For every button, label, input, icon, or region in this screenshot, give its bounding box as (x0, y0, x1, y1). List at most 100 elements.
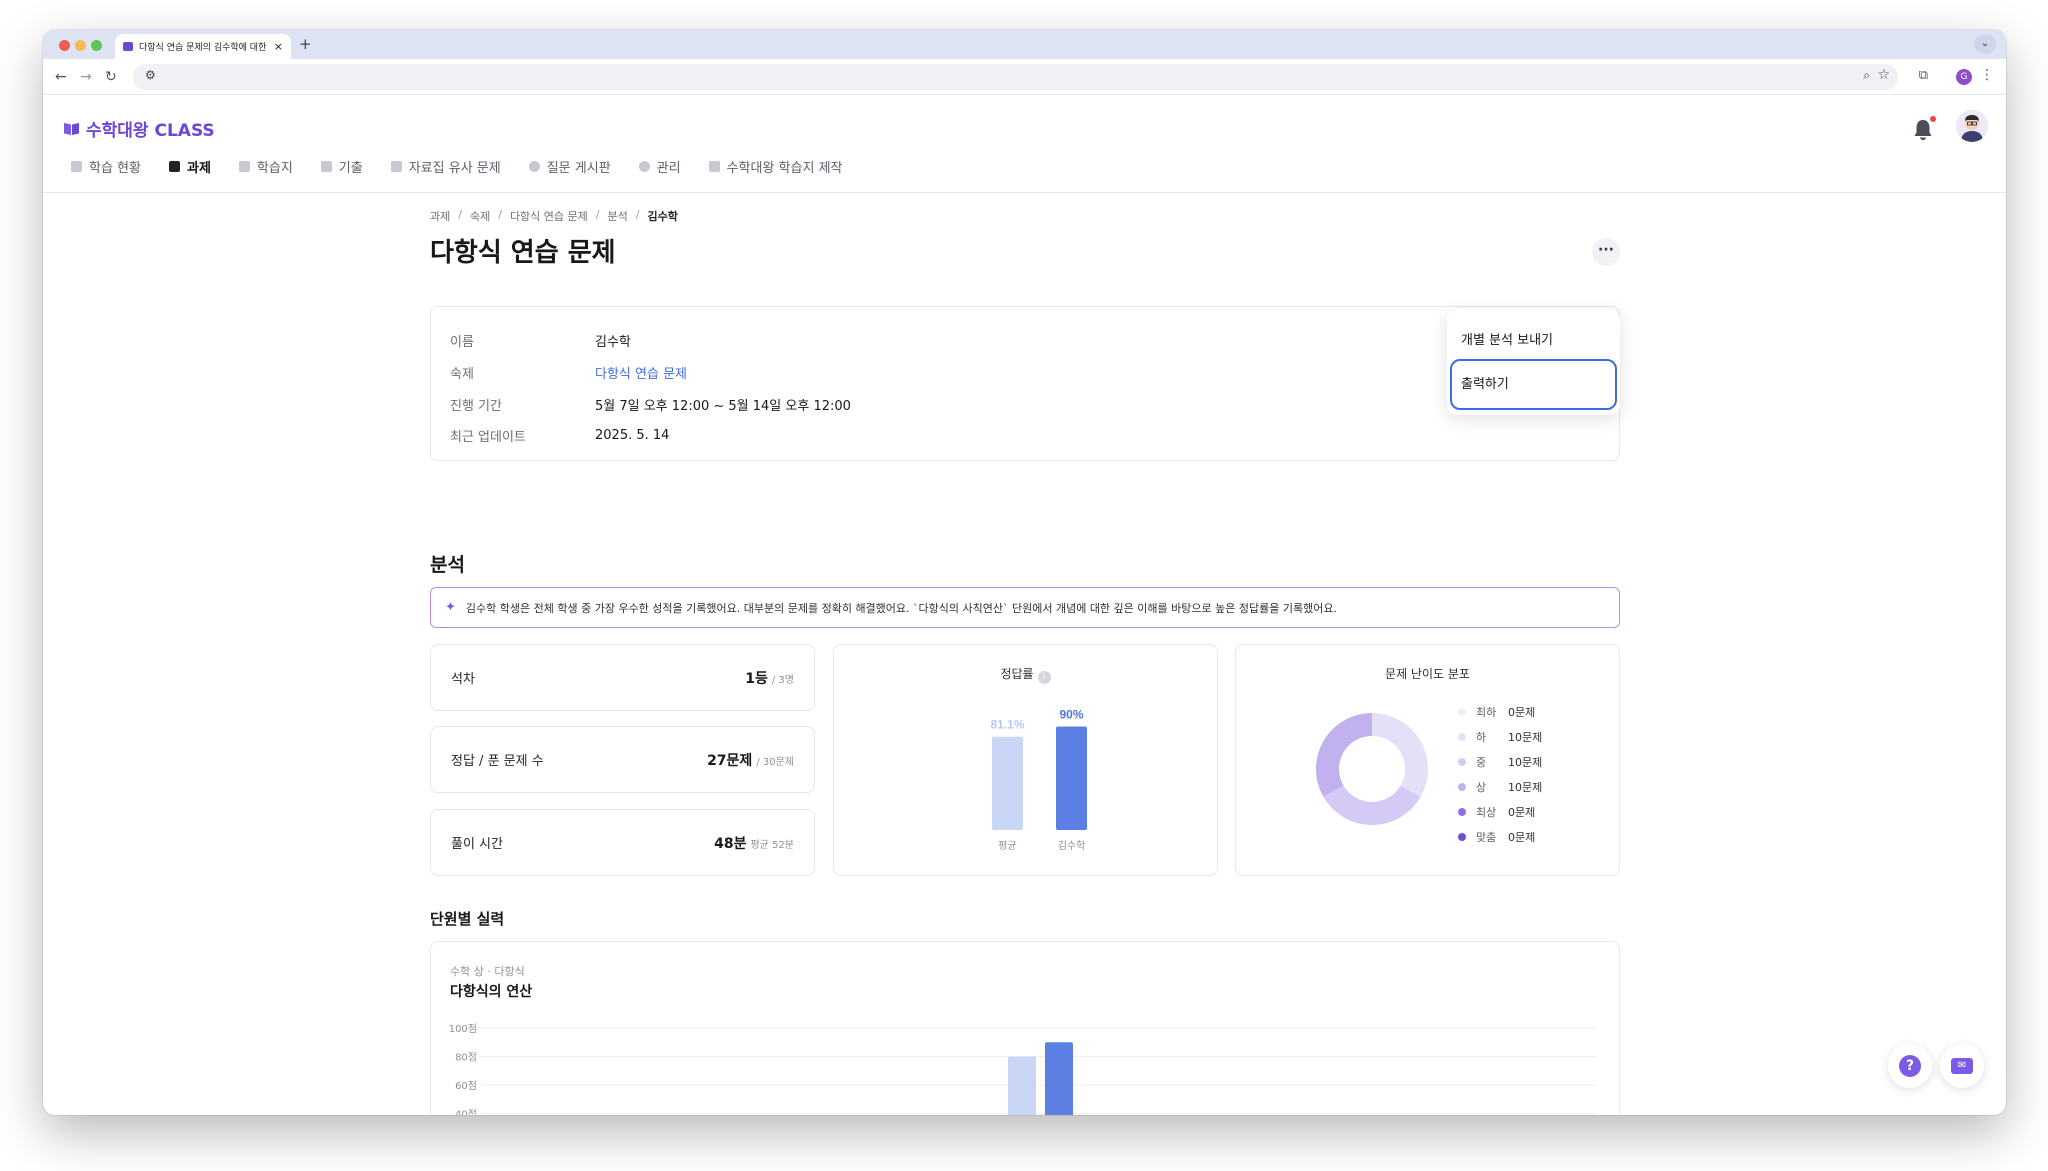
unit-score-bar[interactable] (1045, 1042, 1073, 1115)
info-row-name: 이름 김수학 (450, 325, 1600, 357)
legend-label: 상 (1476, 780, 1487, 794)
breadcrumb-item[interactable]: 분석 (608, 208, 628, 224)
site-settings-icon[interactable]: ⚙ (145, 68, 156, 82)
reload-icon[interactable]: ↻ (105, 67, 117, 87)
minimize-window-button[interactable] (75, 40, 86, 51)
tab-close-icon[interactable]: × (274, 40, 283, 53)
nav-item-similar-problems[interactable]: 자료집 유사 문제 (390, 157, 501, 176)
student-info-card: 이름 김수학 숙제 다항식 연습 문제 진행 기간 5월 7일 오후 12:00… (430, 306, 1620, 461)
info-value: 2025. 5. 14 (595, 428, 670, 444)
nav-item-worksheet-maker[interactable]: 수학대왕 학습지 제작 (708, 157, 843, 176)
nav-item-label: 과제 (186, 161, 211, 176)
legend-label: 최상 (1476, 805, 1497, 819)
breadcrumb-item[interactable]: 다항식 연습 문제 (510, 208, 588, 224)
extensions-puzzle-icon[interactable]: ⧉ (1919, 68, 1928, 83)
forward-arrow-icon[interactable]: → (80, 67, 92, 87)
document-icon (238, 161, 250, 172)
stat-label: 풀이 시간 (451, 837, 503, 852)
insight-text: 김수학 학생은 전체 학생 중 가장 우수한 성적을 기록했어요. 대부분의 문… (465, 601, 1337, 615)
user-avatar[interactable] (1956, 110, 1988, 142)
unit-score-bar[interactable] (1008, 1056, 1036, 1116)
accuracy-bar[interactable] (1056, 726, 1087, 831)
accuracy-bar[interactable] (992, 736, 1023, 830)
nav-item-learning-status[interactable]: 학습 현황 (71, 157, 141, 176)
y-tick-label: 40점 (455, 1109, 477, 1116)
nav-item-label: 수학대왕 학습지 제작 (726, 161, 843, 176)
info-label: 진행 기간 (450, 398, 502, 414)
app-header: 수학대왕 CLASS 학습 현황 과제 학습지 기출 자료집 유사 문제 질문 … (43, 96, 2006, 193)
logo-text: 수학대왕 CLASS (86, 121, 215, 141)
info-value: 김수학 (595, 335, 631, 351)
new-tab-button[interactable]: + (299, 35, 312, 53)
unit-score-bar-chart: 100점80점60점40점20점 (449, 1023, 1596, 1116)
browser-window: 다항식 연습 문제의 김수학에 대한 분석 × + ⌄ ← → ↻ ⚙ ⌕ ☆ … (43, 30, 2006, 1115)
message-button[interactable]: ✉ (1940, 1044, 1984, 1088)
menu-item-send-analysis[interactable]: 개별 분석 보내기 (1461, 329, 1553, 348)
folder-icon (390, 161, 402, 172)
legend-swatch (1458, 707, 1466, 716)
legend-label: 하 (1476, 730, 1487, 744)
solve-time-stat-card: 풀이 시간 48분 평균 52분 (430, 809, 815, 876)
homework-link[interactable]: 다항식 연습 문제 (595, 363, 687, 382)
book-logo-icon (64, 123, 79, 135)
legend-swatch (1458, 757, 1466, 766)
browser-tab-strip: 다항식 연습 문제의 김수학에 대한 분석 × + ⌄ (43, 30, 2006, 59)
more-options-button[interactable]: ··· (1592, 238, 1620, 266)
breadcrumb-item[interactable]: 숙제 (470, 208, 490, 224)
help-button[interactable]: ? (1888, 1044, 1932, 1088)
browser-tab[interactable]: 다항식 연습 문제의 김수학에 대한 분석 × (115, 34, 291, 59)
bookmark-star-icon[interactable]: ☆ (1877, 67, 1890, 83)
nav-item-label: 학습지 (256, 161, 293, 176)
difficulty-slice[interactable] (1316, 713, 1372, 797)
browser-menu-icon[interactable]: ⋮ (1980, 67, 1994, 83)
legend-item: 중 10문제 (1458, 749, 1542, 774)
legend-item: 맞춤 0문제 (1458, 824, 1542, 849)
more-options-menu: 개별 분석 보내기 출력하기 (1447, 309, 1620, 415)
nav-item-management[interactable]: 관리 (638, 157, 681, 176)
close-window-button[interactable] (59, 40, 70, 51)
tab-list-chevron-icon[interactable]: ⌄ (1974, 34, 1996, 54)
y-tick-label: 80점 (455, 1052, 477, 1064)
difficulty-slice[interactable] (1323, 785, 1421, 826)
stat-sub: / 3명 (771, 674, 794, 686)
legend-swatch (1458, 732, 1466, 741)
nav-item-label: 기출 (338, 161, 363, 176)
nav-item-worksheets[interactable]: 학습지 (238, 157, 293, 176)
nav-item-label: 자료집 유사 문제 (408, 161, 501, 176)
nav-item-assignments[interactable]: 과제 (168, 157, 211, 176)
breadcrumb-current: 김수학 (647, 210, 678, 223)
back-arrow-icon[interactable]: ← (55, 67, 67, 87)
page-title: 다항식 연습 문제 (430, 238, 616, 268)
zoom-icon[interactable]: ⌕ (1863, 68, 1870, 83)
breadcrumb: 과제 / 숙제 / 다항식 연습 문제 / 분석 / 김수학 (430, 208, 1620, 224)
book-favicon-icon (123, 42, 133, 51)
legend-item: 최상 0문제 (1458, 799, 1542, 824)
accuracy-data-label: 90% (1059, 708, 1083, 722)
legend-item: 하 10문제 (1458, 724, 1542, 749)
difficulty-slice[interactable] (1372, 713, 1428, 797)
nav-item-question-board[interactable]: 질문 게시판 (528, 157, 611, 176)
accuracy-bar-chart: 81.1% 평균 90% 김수학 (990, 708, 1087, 852)
graduation-cap-icon (71, 161, 82, 172)
notification-bell-icon[interactable] (1912, 116, 1936, 142)
maximize-window-button[interactable] (91, 40, 102, 51)
menu-item-print[interactable]: 출력하기 (1461, 373, 1509, 392)
breadcrumb-separator: / (595, 208, 600, 221)
correct-count-stat-card: 정답 / 푼 문제 수 27문제/ 30문제 (430, 726, 815, 793)
info-label: 숙제 (450, 367, 474, 383)
legend-swatch (1458, 832, 1466, 841)
address-bar[interactable]: ⚙ ⌕ ☆ (133, 64, 1898, 90)
difficulty-donut-chart (1316, 713, 1428, 826)
accuracy-chart-card: 정답률 i 81.1% 평균 90% 김수학 (833, 644, 1218, 876)
logo[interactable]: 수학대왕 CLASS (63, 116, 215, 141)
breadcrumb-item[interactable]: 과제 (430, 208, 450, 224)
stat-label: 정답 / 푼 문제 수 (451, 754, 544, 769)
accuracy-category-label: 평균 (998, 840, 1016, 852)
nav-item-label: 관리 (656, 161, 681, 176)
browser-toolbar: ← → ↻ ⚙ ⌕ ☆ ⧉ G ⋮ (43, 59, 2006, 95)
browser-profile-avatar[interactable]: G (1956, 69, 1972, 85)
nav-item-label: 질문 게시판 (546, 161, 611, 176)
nav-item-past-exams[interactable]: 기출 (320, 157, 363, 176)
question-icon: ? (1899, 1055, 1921, 1077)
ai-insight-banner: ✦ 김수학 학생은 전체 학생 중 가장 우수한 성적을 기록했어요. 대부분의… (430, 587, 1620, 628)
